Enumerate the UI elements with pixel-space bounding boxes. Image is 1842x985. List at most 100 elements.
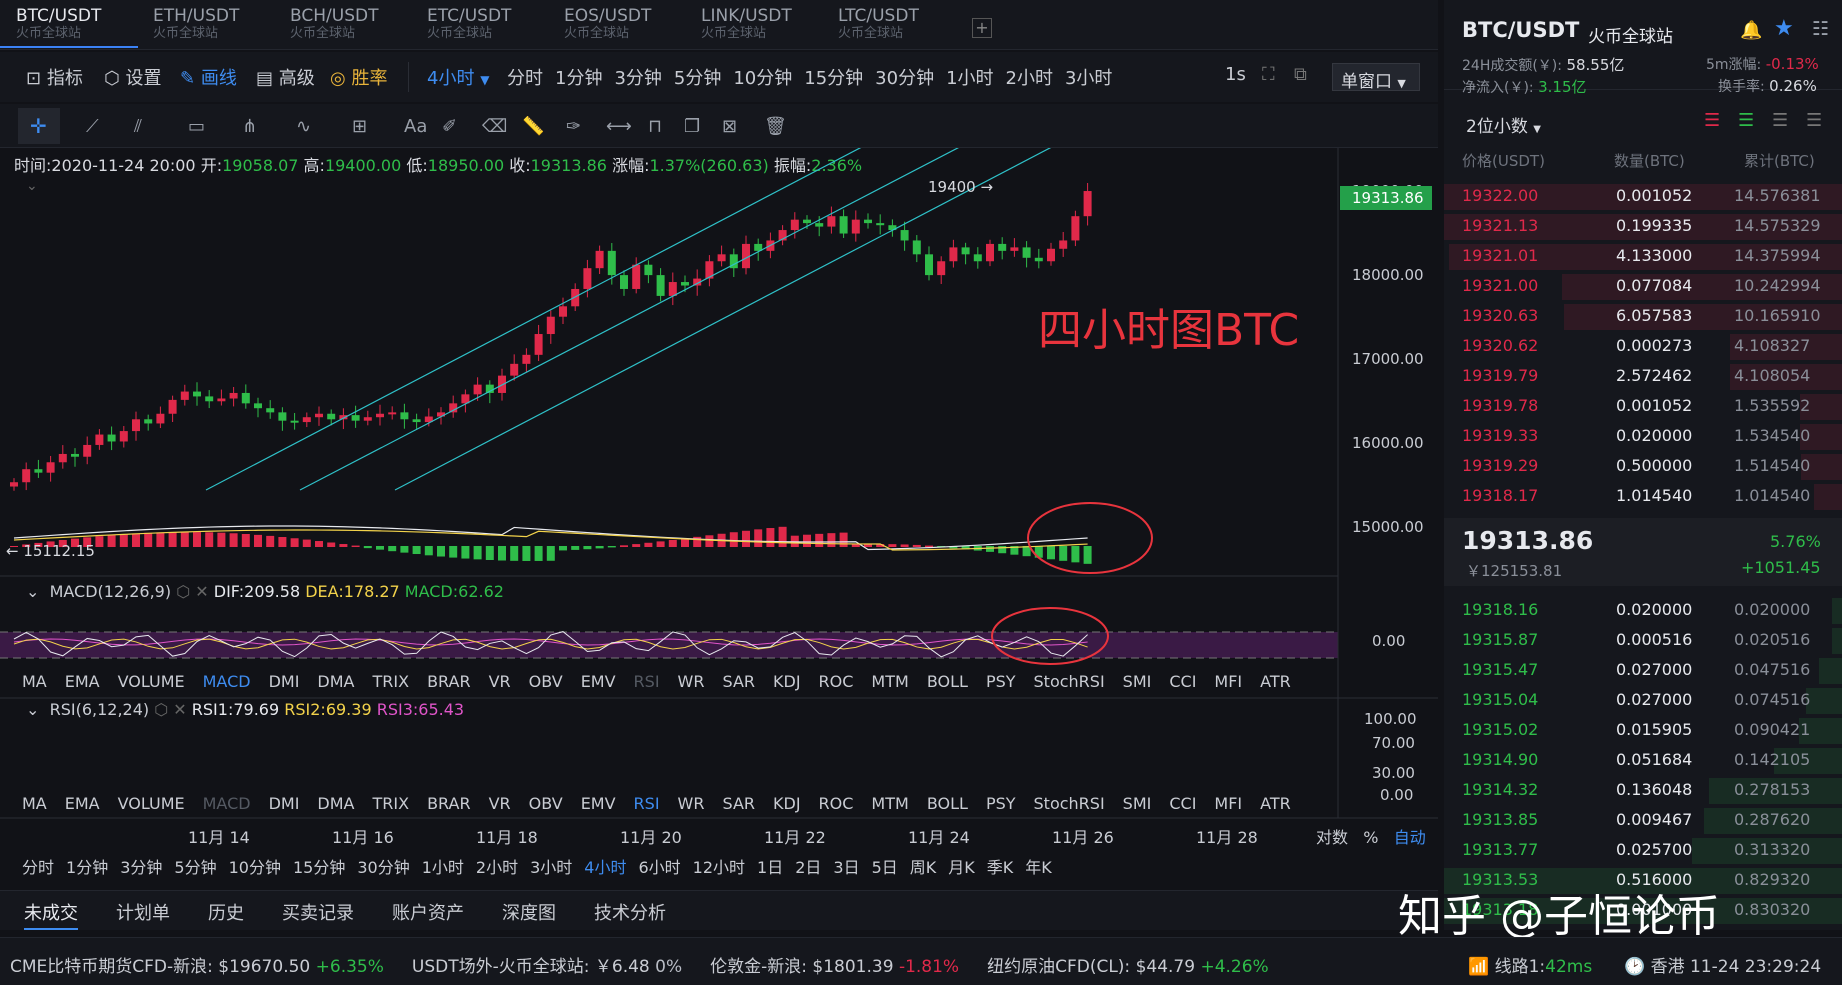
tab-eos-usdt[interactable]: EOS/USDT 火币全球站 [548,6,686,48]
log-scale-toggle[interactable]: 对数 [1316,828,1348,847]
period-option[interactable]: 3分钟 [614,68,661,89]
indicator-tab[interactable]: RSI [634,672,660,691]
refresh-interval[interactable]: 1s [1225,64,1246,85]
bottom-tab[interactable]: 未成交 [24,903,78,930]
measure-icon[interactable]: ⟷ [606,116,632,137]
ask-row[interactable]: 19319.78 0.001052 1.535592 [1444,392,1842,422]
bottom-tab[interactable]: 买卖记录 [282,903,354,924]
ask-row[interactable]: 19321.13 0.199335 14.575329 [1444,212,1842,242]
decimals-select[interactable]: 2位小数 ▼ [1466,112,1541,137]
bottom-period-option[interactable]: 10分钟 [229,858,281,877]
indicator-tab[interactable]: MTM [871,672,908,691]
bottom-period-option[interactable]: 2日 [795,858,821,877]
indicator-tab[interactable]: TRIX [373,794,410,813]
bottom-period-option[interactable]: 3日 [833,858,859,877]
bottom-period-option[interactable]: 1小时 [422,858,464,877]
close-icon[interactable]: ✕ [195,582,208,601]
brush-icon[interactable]: ✐ [442,116,457,137]
tab-btc-usdt[interactable]: BTC/USDT 火币全球站 [0,6,138,48]
indicator-tab[interactable]: KDJ [773,672,801,691]
period-option[interactable]: 1分钟 [555,68,602,89]
indicator-tab[interactable]: DMA [317,794,354,813]
ask-row[interactable]: 19320.62 0.000273 4.108327 [1444,332,1842,362]
period-option[interactable]: 15分钟 [804,68,863,89]
tab-bch-usdt[interactable]: BCH/USDT 火币全球站 [274,6,412,48]
bid-row[interactable]: 19313.85 0.009467 0.287620 [1444,806,1842,836]
indicator-tab[interactable]: MA [22,794,47,813]
indicator-tab[interactable]: MA [22,672,47,691]
ask-row[interactable]: 19321.01 4.133000 14.375994 [1444,242,1842,272]
bottom-period-option[interactable]: 年K [1025,858,1052,877]
indicator-tab[interactable]: SAR [722,794,755,813]
period-option[interactable]: 30分钟 [875,68,934,89]
bottom-period-option[interactable]: 季K [987,858,1014,877]
auto-scale-toggle[interactable]: 自动 [1394,828,1426,847]
bid-row[interactable]: 19314.90 0.051684 0.142105 [1444,746,1842,776]
period-option[interactable]: 5分钟 [674,68,721,89]
fib-grid-icon[interactable]: ⊞ [352,116,367,137]
indicator-tab[interactable]: OBV [529,672,563,691]
collapse-icon[interactable]: ⌄ [26,700,39,719]
gear-icon[interactable]: ⬡ [176,582,190,601]
indicator-tab[interactable]: WR [678,794,705,813]
book-asks-icon[interactable]: ☰ [1772,110,1788,131]
indicator-tab[interactable]: MTM [871,794,908,813]
star-icon[interactable]: ★ [1774,16,1794,41]
indicator-tab[interactable]: VOLUME [118,794,185,813]
bid-row[interactable]: 19318.16 0.020000 0.020000 [1444,596,1842,626]
indicator-tab[interactable]: DMA [317,672,354,691]
ask-row[interactable]: 19321.00 0.077084 10.242994 [1444,272,1842,302]
period-option[interactable]: 3小时 [1065,68,1112,89]
bottom-period-option[interactable]: 3小时 [530,858,572,877]
tab-link-usdt[interactable]: LINK/USDT 火币全球站 [685,6,823,48]
winrate-button[interactable]: ◎ 胜率 [330,64,387,90]
indicator-tab[interactable]: BRAR [427,794,471,813]
draw-button[interactable]: ✎ 画线 [180,64,237,90]
tab-ltc-usdt[interactable]: LTC/USDT 火币全球站 [822,6,960,48]
ask-row[interactable]: 19322.00 0.001052 14.576381 [1444,182,1842,212]
bid-row[interactable]: 19315.04 0.027000 0.074516 [1444,686,1842,716]
indicator-tab[interactable]: MACD [203,672,251,691]
indicator-tab[interactable]: VR [489,794,511,813]
indicator-tab[interactable]: SAR [722,672,755,691]
bottom-period-option[interactable]: 周K [910,858,937,877]
indicator-tab[interactable]: MFI [1214,794,1242,813]
bottom-period-option[interactable]: 4小时 [584,858,626,877]
text-tool-icon[interactable]: Aa [404,116,427,137]
collapse-icon[interactable]: ⌄ [26,582,39,601]
period-option[interactable]: 1小时 [946,68,993,89]
indicator-tab[interactable]: ROC [819,794,854,813]
bid-row[interactable]: 19313.77 0.025700 0.313320 [1444,836,1842,866]
indicator-tab[interactable]: PSY [986,672,1016,691]
bottom-tab[interactable]: 账户资产 [392,903,464,924]
settings-button[interactable]: ⬡ 设置 [104,64,161,90]
window-mode-select[interactable]: 单窗口 ▼ [1332,63,1420,92]
indicator-tab[interactable]: MACD [203,794,251,813]
bottom-period-option[interactable]: 6小时 [638,858,680,877]
indicator-tab[interactable]: ATR [1260,672,1291,691]
trash-icon[interactable]: 🗑 [764,116,787,137]
period-option[interactable]: 2小时 [1006,68,1053,89]
close-icon[interactable]: ✕ [173,700,186,719]
ask-row[interactable]: 19318.17 1.014540 1.014540 [1444,482,1842,512]
gear-icon[interactable]: ⬡ [154,700,168,719]
parallel-lines-icon[interactable]: ⫽ [134,116,142,137]
indicator-tab[interactable]: RSI [634,794,660,813]
bid-row[interactable]: 19315.47 0.027000 0.047516 [1444,656,1842,686]
ask-row[interactable]: 19319.33 0.020000 1.534540 [1444,422,1842,452]
book-settings-icon[interactable]: ☰ [1806,110,1822,131]
bottom-tab[interactable]: 历史 [208,903,244,924]
indicator-tab[interactable]: BOLL [927,672,968,691]
ruler-icon[interactable]: 📏 [522,116,544,137]
bottom-period-option[interactable]: 12小时 [693,858,745,877]
fork-icon[interactable]: ⋔ [242,116,257,137]
bottom-period-option[interactable]: 1分钟 [66,858,108,877]
wave-icon[interactable]: ∿ [296,116,311,137]
tab-etc-usdt[interactable]: ETC/USDT 火币全球站 [411,6,549,48]
indicator-tab[interactable]: StochRSI [1034,672,1105,691]
list-icon[interactable]: ☷ [1812,18,1829,40]
indicator-tab[interactable]: VOLUME [118,672,185,691]
crosshair-tool[interactable]: ✛ [18,108,60,144]
indicator-tab[interactable]: SMI [1123,672,1152,691]
ask-row[interactable]: 19320.63 6.057583 10.165910 [1444,302,1842,332]
